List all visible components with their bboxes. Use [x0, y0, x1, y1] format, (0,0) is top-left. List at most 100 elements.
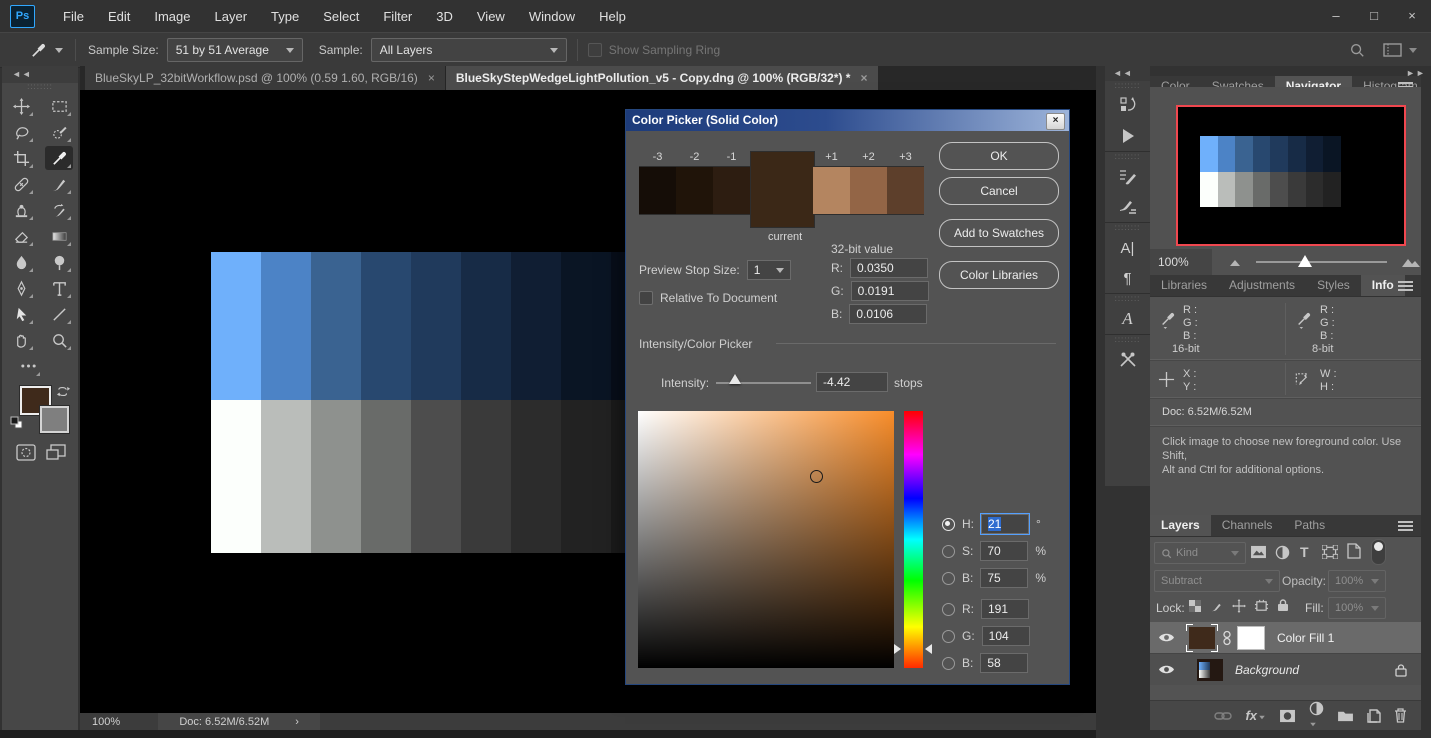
- menu-item-filter[interactable]: Filter: [371, 9, 424, 24]
- document-tab-inactive[interactable]: BlueSkyLP_32bitWorkflow.psd @ 100% (0.59…: [85, 66, 446, 90]
- menu-item-view[interactable]: View: [465, 9, 517, 24]
- h-field[interactable]: 21: [981, 514, 1029, 534]
- layer-row-color-fill[interactable]: Color Fill 1: [1150, 622, 1421, 653]
- menu-item-image[interactable]: Image: [142, 9, 202, 24]
- tool-presets-panel-icon[interactable]: [1105, 345, 1150, 375]
- r32-field[interactable]: 0.0350: [850, 258, 928, 278]
- layer-style-fx-icon[interactable]: fx: [1245, 708, 1266, 723]
- bit-depth-8[interactable]: 8-bit: [1312, 343, 1333, 355]
- tab-layers[interactable]: Layers: [1150, 515, 1211, 536]
- lock-artboard-icon[interactable]: [1254, 599, 1269, 613]
- navigator-zoom-value[interactable]: 100%: [1150, 249, 1212, 275]
- background-color-swatch[interactable]: [40, 406, 69, 433]
- preview-stop-size-dropdown[interactable]: 1: [747, 260, 791, 280]
- close-button[interactable]: ×: [1393, 8, 1431, 23]
- character-panel-icon[interactable]: A|: [1105, 233, 1150, 263]
- layer-row-background[interactable]: Background: [1150, 653, 1421, 685]
- menu-item-edit[interactable]: Edit: [96, 9, 142, 24]
- intensity-field[interactable]: -4.42: [816, 372, 888, 392]
- new-group-folder-icon[interactable]: [1337, 709, 1354, 722]
- tab-libraries[interactable]: Libraries: [1150, 275, 1218, 296]
- tab-paths[interactable]: Paths: [1283, 515, 1336, 536]
- character-styles-panel-icon[interactable]: A: [1105, 304, 1150, 334]
- minimize-button[interactable]: –: [1317, 8, 1355, 23]
- swap-colors-icon[interactable]: [56, 384, 71, 399]
- zoom-tool[interactable]: [45, 328, 73, 352]
- layer-mask-thumbnail[interactable]: [1237, 626, 1265, 650]
- filter-smart-objects-icon[interactable]: [1347, 543, 1361, 559]
- lock-all-icon[interactable]: [1277, 598, 1289, 612]
- hand-tool[interactable]: [7, 328, 35, 352]
- clone-stamp-tool[interactable]: [7, 198, 35, 222]
- blur-tool[interactable]: [7, 250, 35, 274]
- show-sampling-ring-checkbox[interactable]: [588, 43, 602, 57]
- hue-strip[interactable]: [904, 411, 923, 668]
- quick-mask-icon[interactable]: [16, 444, 36, 461]
- link-layers-icon[interactable]: [1214, 710, 1232, 722]
- h-radio[interactable]: [942, 518, 955, 531]
- b2-field[interactable]: 58: [980, 653, 1028, 673]
- menu-item-type[interactable]: Type: [259, 9, 311, 24]
- b-radio[interactable]: [942, 572, 955, 585]
- menu-item-3d[interactable]: 3D: [424, 9, 465, 24]
- collapse-tools-icon[interactable]: ◄◄: [2, 66, 78, 83]
- tab-adjustments[interactable]: Adjustments: [1218, 275, 1306, 296]
- new-adjustment-layer-icon[interactable]: [1309, 701, 1324, 730]
- eyedropper-tool-icon[interactable]: [30, 42, 47, 59]
- close-tab-icon[interactable]: ×: [428, 71, 435, 85]
- layer-thumbnail-background[interactable]: [1197, 659, 1223, 681]
- tool-preset-chevron-icon[interactable]: [55, 48, 63, 53]
- panel-menu-icon[interactable]: [1398, 279, 1413, 293]
- ok-button[interactable]: OK: [939, 142, 1059, 170]
- lasso-tool[interactable]: [7, 120, 35, 144]
- brushes-panel-icon[interactable]: [1105, 192, 1150, 222]
- layer-visibility-eye-icon[interactable]: [1158, 632, 1175, 643]
- actions-panel-icon[interactable]: [1105, 121, 1150, 151]
- b-field[interactable]: 75: [980, 568, 1028, 588]
- filter-type-layers-icon[interactable]: T: [1300, 544, 1309, 560]
- s-radio[interactable]: [942, 545, 955, 558]
- intensity-slider-thumb[interactable]: [729, 374, 741, 384]
- menu-item-file[interactable]: File: [51, 9, 96, 24]
- layer-filter-kind-dropdown[interactable]: Kind: [1154, 542, 1246, 564]
- relative-to-document-checkbox[interactable]: [639, 291, 653, 305]
- filter-shape-layers-icon[interactable]: [1322, 545, 1338, 559]
- zoom-level[interactable]: 100%: [92, 716, 120, 728]
- s-field[interactable]: 70: [980, 541, 1028, 561]
- dialog-close-icon[interactable]: ×: [1046, 113, 1065, 130]
- brush-settings-panel-icon[interactable]: [1105, 162, 1150, 192]
- tab-channels[interactable]: Channels: [1211, 515, 1284, 536]
- default-colors-icon[interactable]: [10, 416, 23, 429]
- history-brush-tool[interactable]: [45, 198, 73, 222]
- cancel-button[interactable]: Cancel: [939, 177, 1059, 205]
- navigator-zoom-thumb[interactable]: [1298, 255, 1312, 267]
- path-selection-tool[interactable]: [7, 302, 35, 326]
- hue-arrow-left-icon[interactable]: [894, 644, 901, 654]
- layer-mask-link-icon[interactable]: [1223, 630, 1231, 646]
- paragraph-panel-icon[interactable]: ¶: [1105, 263, 1150, 293]
- menu-item-help[interactable]: Help: [587, 9, 638, 24]
- document-tab-active[interactable]: BlueSkyStepWedgeLightPollution_v5 - Copy…: [446, 66, 878, 90]
- crop-tool[interactable]: [7, 146, 35, 170]
- panel-menu-icon[interactable]: [1398, 519, 1413, 533]
- delete-layer-trash-icon[interactable]: [1394, 708, 1407, 723]
- layer-name[interactable]: Color Fill 1: [1277, 631, 1334, 645]
- menu-item-select[interactable]: Select: [311, 9, 371, 24]
- screen-mode-icon[interactable]: [46, 444, 66, 461]
- eyedropper-16bit-icon[interactable]: [1160, 311, 1176, 329]
- color-picker-ring[interactable]: [810, 470, 823, 483]
- navigator-proxy-view[interactable]: [1176, 105, 1406, 246]
- brush-tool[interactable]: [45, 172, 73, 196]
- b2-radio[interactable]: [942, 657, 955, 670]
- lock-transparency-icon[interactable]: [1188, 599, 1202, 613]
- menu-item-layer[interactable]: Layer: [203, 9, 260, 24]
- workspace-switcher-icon[interactable]: [1383, 42, 1403, 58]
- layer-thumbnail-color-fill[interactable]: [1189, 627, 1215, 649]
- collapse-panels-icon[interactable]: ◄◄: [1105, 66, 1150, 81]
- menu-item-window[interactable]: Window: [517, 9, 587, 24]
- tab-styles[interactable]: Styles: [1306, 275, 1361, 296]
- type-tool[interactable]: [45, 276, 73, 300]
- move-tool[interactable]: [7, 94, 35, 118]
- history-panel-icon[interactable]: [1105, 91, 1150, 121]
- blend-mode-dropdown[interactable]: Subtract: [1154, 570, 1280, 592]
